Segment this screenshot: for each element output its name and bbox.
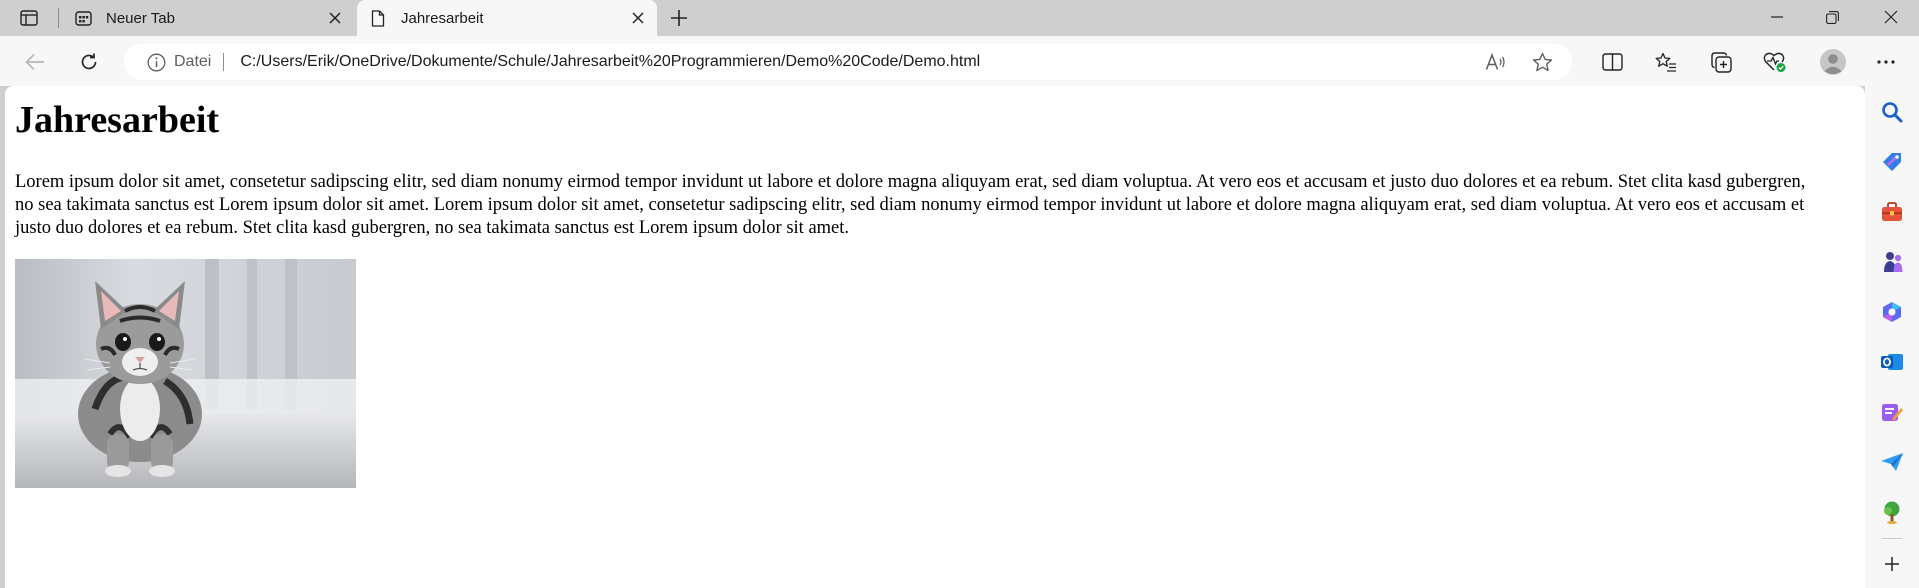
page-heading: Jahresarbeit [15,99,220,141]
tree-icon [1884,501,1900,524]
new-tab-button[interactable] [664,5,694,31]
newtab-icon [74,9,92,27]
tools-icon [1882,202,1902,221]
tab-jahresarbeit[interactable]: Jahresarbeit [357,0,657,36]
page-icon [369,9,387,27]
sidebar-games-button[interactable] [1879,249,1905,275]
close-tab-button[interactable] [324,7,346,29]
split-screen-button[interactable] [1597,47,1627,77]
favorites-icon [1655,52,1676,72]
more-button[interactable] [1871,47,1901,77]
profile-icon [1820,49,1846,75]
kitten-image [15,259,356,488]
sidebar-outlook-button[interactable] [1879,349,1905,375]
tab-actions-icon [20,10,38,26]
refresh-icon [81,53,97,70]
info-icon[interactable] [146,52,166,72]
collections-button[interactable] [1706,47,1736,77]
tab-title: Jahresarbeit [401,9,484,27]
collections-icon [1710,51,1732,73]
page-paragraph: Lorem ipsum dolor sit amet, consetetur s… [15,172,1806,238]
sidebar-add-button[interactable] [1879,551,1905,577]
url-text[interactable]: C:/Users/Erik/OneDrive/Dokumente/Schule/… [240,53,980,71]
search-icon [1882,102,1903,123]
close-icon [632,12,644,24]
favorite-star-icon[interactable] [1531,51,1553,73]
shopping-icon [1883,153,1901,171]
plus-icon [671,10,687,26]
close-tab-button[interactable] [627,7,649,29]
tab-title: Neuer Tab [106,9,175,27]
close-icon [1884,10,1898,24]
tab-actions-button[interactable] [15,6,43,30]
browser-essentials-button[interactable] [1760,47,1790,77]
close-window-button[interactable] [1867,0,1915,34]
tab-neuer-tab[interactable]: Neuer Tab [62,0,354,36]
page-viewport: Jahresarbeit Lorem ipsum dolor sit amet,… [5,86,1865,588]
add-icon [1885,557,1899,571]
sidebar-tree-button[interactable] [1879,499,1905,525]
back-button[interactable] [20,47,50,77]
back-icon [25,53,44,71]
games-icon [1884,252,1903,272]
minimize-icon [1771,16,1783,18]
send-icon [1881,453,1903,471]
address-divider [223,53,225,71]
sidebar-designer-button[interactable] [1879,399,1905,425]
copilot-icon [1883,302,1901,322]
designer-icon [1882,404,1903,421]
url-scheme-label: Datei [174,53,212,70]
outlook-icon [1881,354,1903,370]
toolbar: Datei C:/Users/Erik/OneDrive/Dokumente/S… [0,36,1919,86]
sidebar [1865,86,1919,588]
sidebar-copilot-button[interactable] [1879,299,1905,325]
restore-icon [1825,10,1839,24]
address-bar[interactable]: Datei C:/Users/Erik/OneDrive/Dokumente/S… [124,44,1572,80]
tab-strip: Neuer Tab Jahresarbeit [0,0,1919,36]
profile-button[interactable] [1818,47,1848,77]
split-screen-icon [1601,53,1623,71]
favorites-button[interactable] [1651,47,1681,77]
more-icon [1877,60,1895,64]
minimize-button[interactable] [1753,0,1801,34]
sidebar-divider [1882,538,1902,539]
tab-strip-divider [58,8,59,28]
read-aloud-icon[interactable] [1484,51,1506,73]
refresh-button[interactable] [74,47,104,77]
sidebar-tools-button[interactable] [1879,199,1905,225]
close-icon [329,12,341,24]
restore-button[interactable] [1808,0,1856,34]
sidebar-shopping-button[interactable] [1879,149,1905,175]
browser-essentials-icon [1763,52,1786,72]
sidebar-send-button[interactable] [1879,449,1905,475]
sidebar-search-button[interactable] [1879,99,1905,125]
